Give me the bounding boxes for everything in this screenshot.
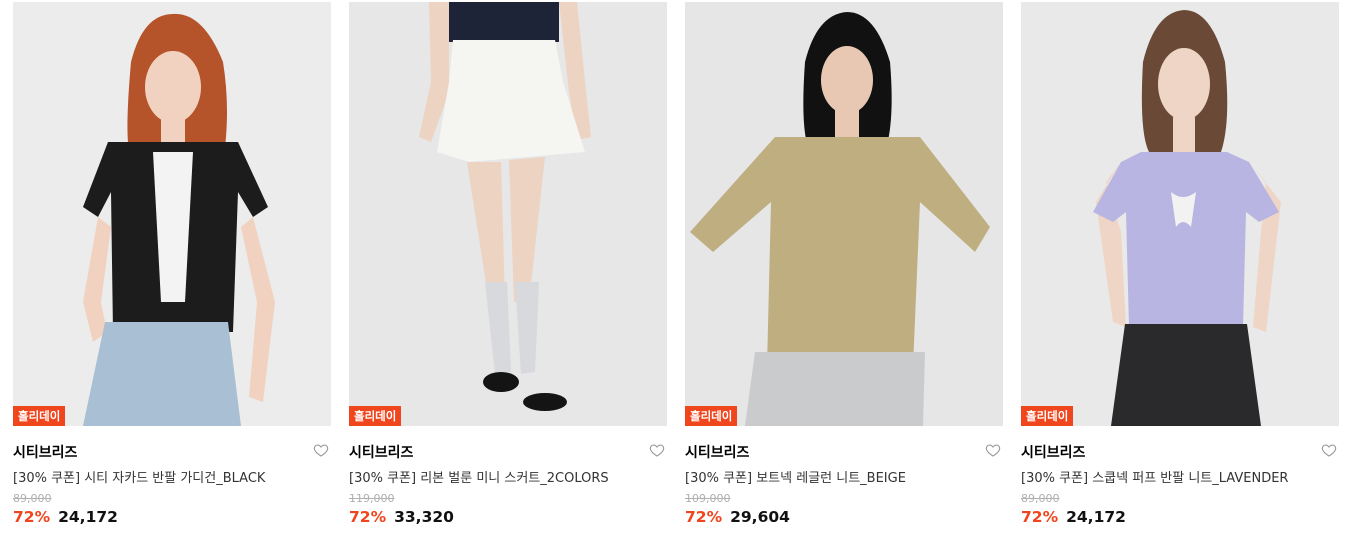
brand-name[interactable]: 시티브리즈 — [1021, 442, 1085, 462]
product-card[interactable]: 홀리데이 시티브리즈 [30% 쿠폰] 시티 자카드 반팔 가디건_BLACK … — [13, 2, 331, 533]
original-price: 89,000 — [1021, 492, 1060, 505]
product-photo-beige-knit — [685, 2, 1003, 426]
discount-rate: 72% — [1021, 508, 1059, 526]
sale-price: 29,604 — [730, 508, 790, 526]
original-price: 119,000 — [349, 492, 395, 505]
sale-price: 24,172 — [58, 508, 118, 526]
discount-rate: 72% — [13, 508, 51, 526]
product-name[interactable]: [30% 쿠폰] 보트넥 레글런 니트_BEIGE — [685, 467, 906, 486]
price-line: 72% 33,320 — [349, 508, 454, 526]
sale-price: 24,172 — [1066, 508, 1126, 526]
holiday-badge: 홀리데이 — [13, 406, 66, 426]
product-photo-white-skirt — [349, 2, 667, 426]
product-image[interactable]: 홀리데이 — [13, 2, 331, 426]
product-card[interactable]: 홀리데이 시티브리즈 [30% 쿠폰] 리본 벌룬 미니 스커트_2COLORS… — [349, 2, 667, 533]
product-photo-lavender-knit — [1021, 2, 1339, 426]
brand-name[interactable]: 시티브리즈 — [13, 442, 77, 462]
heart-icon[interactable] — [313, 442, 329, 458]
discount-rate: 72% — [349, 508, 387, 526]
product-image[interactable]: 홀리데이 — [349, 2, 667, 426]
product-card[interactable]: 홀리데이 시티브리즈 [30% 쿠폰] 스쿱넥 퍼프 반팔 니트_LAVENDE… — [1021, 2, 1339, 533]
original-price: 109,000 — [685, 492, 731, 505]
heart-icon[interactable] — [985, 442, 1001, 458]
brand-name[interactable]: 시티브리즈 — [685, 442, 749, 462]
heart-icon[interactable] — [1321, 442, 1337, 458]
product-image[interactable]: 홀리데이 — [1021, 2, 1339, 426]
brand-name[interactable]: 시티브리즈 — [349, 442, 413, 462]
price-line: 72% 24,172 — [1021, 508, 1126, 526]
price-line: 72% 24,172 — [13, 508, 118, 526]
product-image[interactable]: 홀리데이 — [685, 2, 1003, 426]
product-card[interactable]: 홀리데이 시티브리즈 [30% 쿠폰] 보트넥 레글런 니트_BEIGE 109… — [685, 2, 1003, 533]
product-grid: 홀리데이 시티브리즈 [30% 쿠폰] 시티 자카드 반팔 가디건_BLACK … — [0, 0, 1346, 533]
product-name[interactable]: [30% 쿠폰] 시티 자카드 반팔 가디건_BLACK — [13, 467, 265, 486]
holiday-badge: 홀리데이 — [349, 406, 402, 426]
discount-rate: 72% — [685, 508, 723, 526]
price-line: 72% 29,604 — [685, 508, 790, 526]
sale-price: 33,320 — [394, 508, 454, 526]
product-photo-black-cardigan — [13, 2, 331, 426]
original-price: 89,000 — [13, 492, 52, 505]
holiday-badge: 홀리데이 — [685, 406, 738, 426]
holiday-badge: 홀리데이 — [1021, 406, 1074, 426]
heart-icon[interactable] — [649, 442, 665, 458]
product-name[interactable]: [30% 쿠폰] 리본 벌룬 미니 스커트_2COLORS — [349, 467, 609, 486]
product-name[interactable]: [30% 쿠폰] 스쿱넥 퍼프 반팔 니트_LAVENDER — [1021, 467, 1288, 486]
